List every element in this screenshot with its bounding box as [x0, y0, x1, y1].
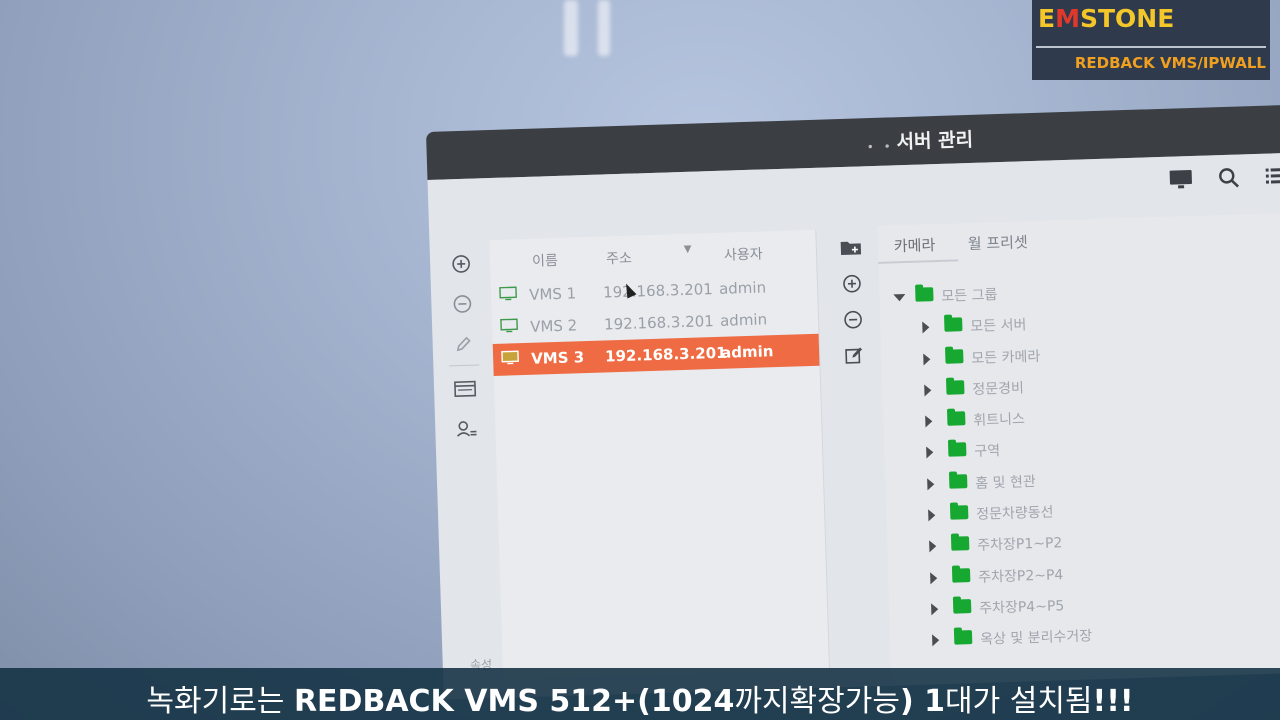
folder-icon [944, 317, 963, 333]
server-address: 192.168.3.201 [603, 312, 715, 334]
tree-group-label: 모든 카메라 [971, 348, 1041, 367]
screen-glare [598, 0, 610, 56]
tree-group-label: 모든 그룹 [941, 287, 998, 305]
tree-group-label: 휘트니스 [973, 411, 1026, 430]
server-management-window: • • 서버 관리 이름 주소 ▼ 사용자 VMS 1 192.168.3.20… [426, 104, 1280, 700]
add-circle-icon[interactable] [446, 248, 477, 279]
camera-panel: 카메라 월 프리셋 모든 그룹모든 서버모든 카메라정문경비휘트니스구역홈 및 … [877, 212, 1280, 686]
remove-circle-icon[interactable] [840, 306, 867, 333]
top-toolbar [1167, 163, 1280, 193]
expand-right-icon[interactable] [925, 415, 933, 428]
server-name: VMS 3 [530, 348, 585, 368]
column-user[interactable]: 사용자 [724, 243, 763, 264]
logo-divider [1036, 46, 1266, 48]
active-tab-indicator [878, 259, 959, 264]
emstone-logo: EMSTONE REDBACK VMS/IPWALL [1032, 0, 1270, 80]
server-monitor-icon [500, 318, 518, 333]
expand-right-icon[interactable] [926, 446, 934, 459]
tree-group-label: 홈 및 현관 [975, 473, 1036, 492]
server-rows: VMS 1 192.168.3.201 admin VMS 2 192.168.3.20… [491, 270, 820, 376]
group-tree: 모든 그룹모든 서버모든 카메라정문경비휘트니스구역홈 및 현관정문차량동선주차… [893, 271, 1280, 659]
pencil-icon[interactable] [448, 328, 479, 359]
remove-circle-icon[interactable] [447, 288, 478, 319]
expand-right-icon[interactable] [927, 477, 935, 491]
server-user: admin [720, 342, 774, 362]
folder-add-icon[interactable] [837, 234, 864, 261]
expand-right-icon[interactable] [928, 509, 936, 522]
folder-icon [950, 505, 969, 520]
expand-right-icon[interactable] [924, 384, 932, 397]
column-name[interactable]: 이름 [532, 250, 558, 271]
folder-icon [947, 411, 966, 426]
server-monitor-icon [499, 286, 517, 301]
expand-right-icon[interactable] [929, 540, 937, 553]
expand-down-icon[interactable] [893, 294, 906, 302]
window-title: 서버 관리 [896, 128, 974, 154]
server-name: VMS 1 [528, 284, 577, 304]
expand-right-icon[interactable] [922, 321, 930, 334]
folder-icon [945, 348, 964, 364]
tab-wall-preset[interactable]: 월 프리셋 [967, 231, 1029, 254]
server-action-column [446, 248, 488, 454]
folder-icon [949, 473, 968, 489]
tree-group-label: 옥상 및 분리수거장 [979, 628, 1093, 649]
column-address[interactable]: 주소 [606, 248, 632, 269]
server-list: 이름 주소 ▼ 사용자 VMS 1 192.168.3.201 admin VMS 2… [489, 229, 831, 680]
group-action-column [837, 234, 872, 379]
expand-right-icon[interactable] [932, 634, 940, 647]
tree-group-label: 모든 서버 [970, 317, 1027, 336]
server-address: 192.168.3.201 [604, 343, 727, 366]
window-icon[interactable] [450, 373, 481, 404]
server-name: VMS 2 [529, 316, 578, 336]
server-user: admin [719, 310, 768, 330]
tab-camera[interactable]: 카메라 [893, 234, 936, 256]
tree-group-label: 주차장P2~P4 [978, 566, 1064, 586]
caption-text: 녹화기로는 REDBACK VMS 512+(1024까지확장가능) 1대가 설… [146, 684, 1134, 719]
window-content: 이름 주소 ▼ 사용자 VMS 1 192.168.3.201 admin VMS 2… [427, 152, 1280, 700]
add-circle-icon[interactable] [839, 270, 866, 297]
tree-group-label: 정문경비 [972, 380, 1025, 398]
folder-icon [948, 442, 967, 458]
server-address: 192.168.3.201 [602, 280, 714, 302]
user-settings-icon[interactable] [451, 413, 482, 444]
screen-glare [564, 0, 578, 56]
tree-group-label: 정문차량동선 [976, 504, 1054, 523]
expand-right-icon[interactable] [930, 571, 938, 585]
server-user: admin [718, 278, 767, 298]
subtitle-caption: 녹화기로는 REDBACK VMS 512+(1024까지확장가능) 1대가 설… [0, 668, 1280, 720]
folder-icon [915, 287, 934, 302]
tree-group-label: 주차장P4~P5 [978, 598, 1065, 617]
logo-brand: EMSTONE [1038, 4, 1175, 33]
expand-right-icon[interactable] [923, 352, 931, 366]
titlebar-decoration: • • [866, 139, 894, 155]
monitor-icon[interactable] [1167, 166, 1194, 193]
tree-group-label: 구역 [974, 443, 1001, 461]
expand-right-icon[interactable] [931, 603, 939, 616]
search-icon[interactable] [1215, 164, 1242, 191]
list-icon[interactable] [1263, 163, 1280, 190]
tree-group-label: 주차장P1~P2 [977, 535, 1063, 555]
folder-icon [953, 630, 973, 645]
folder-icon [946, 380, 965, 395]
folder-icon [951, 567, 971, 583]
logo-subtitle: REDBACK VMS/IPWALL [1074, 54, 1266, 72]
folder-icon [950, 536, 970, 552]
divider [449, 364, 480, 367]
panel-tabs: 카메라 월 프리셋 [877, 212, 1280, 264]
edit-icon[interactable] [841, 342, 868, 369]
sort-arrow-icon[interactable]: ▼ [684, 244, 692, 255]
server-monitor-icon [501, 350, 519, 365]
folder-icon [952, 599, 972, 614]
